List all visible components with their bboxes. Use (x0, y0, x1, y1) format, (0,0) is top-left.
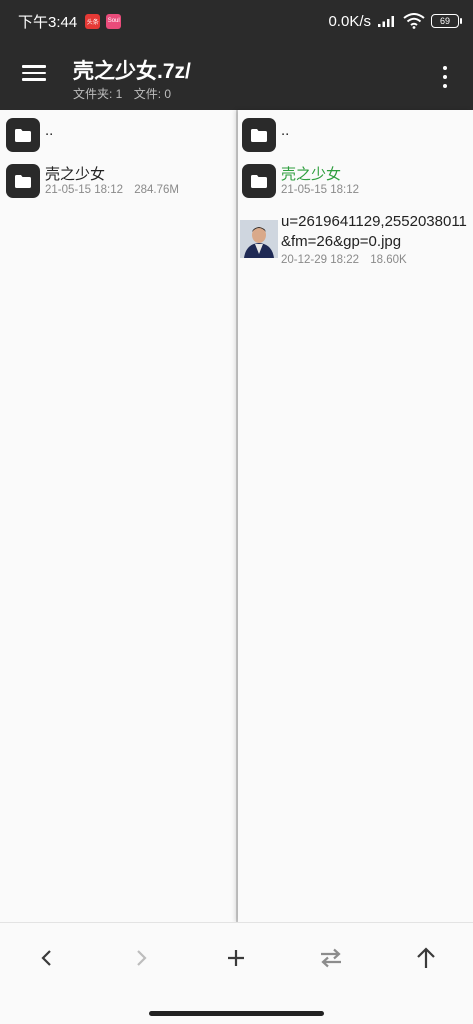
page-title: 壳之少女.7z/ (73, 60, 191, 83)
item-size: 18.60K (370, 254, 407, 266)
signal-icon (378, 16, 394, 27)
item-date: 20-12-29 18:22 (281, 254, 360, 266)
list-item-folder[interactable]: 壳之少女 21-05-15 18:12 (238, 160, 473, 204)
item-meta: 21-05-15 18:12 284.76M (45, 184, 179, 196)
status-bar: 下午3:44 头条 Soul 0.0K/s 69 (0, 0, 473, 42)
more-vertical-icon[interactable] (433, 64, 457, 90)
net-speed: 0.0K/s (328, 12, 371, 30)
up-arrow-icon[interactable] (404, 941, 448, 975)
item-name: .. (281, 122, 290, 139)
list-item-folder[interactable]: 壳之少女 21-05-15 18:12 284.76M (0, 160, 236, 204)
home-indicator[interactable] (149, 1011, 324, 1016)
hamburger-menu-icon[interactable] (18, 62, 50, 90)
toutiao-app-icon: 头条 (85, 13, 101, 29)
item-name-highlighted: 壳之少女 (281, 166, 342, 183)
wifi-icon (403, 13, 425, 29)
back-arrow-icon[interactable] (25, 941, 69, 975)
folder-count: 文件夹: 1 (73, 87, 123, 101)
battery-icon: 69 (431, 14, 462, 28)
folder-icon (242, 164, 276, 198)
add-icon[interactable] (214, 941, 258, 975)
item-name: u=2619641129,2552038011&fm=26&gp=0.jpg (281, 213, 467, 250)
item-date: 21-05-15 18:12 (281, 184, 360, 196)
status-time: 下午3:44 (18, 13, 78, 31)
left-file-pane[interactable]: .. 壳之少女 21-05-15 18:12 284.76M (0, 110, 236, 922)
file-count: 文件: 0 (133, 87, 172, 101)
item-name: 壳之少女 (45, 166, 106, 183)
folder-file-count: 文件夹: 1 文件: 0 (73, 85, 171, 102)
item-date: 21-05-15 18:12 (45, 184, 124, 196)
item-meta: 21-05-15 18:12 (281, 184, 359, 196)
forward-arrow-icon[interactable] (119, 941, 163, 975)
item-size: 284.76M (134, 184, 179, 196)
list-item-parent[interactable]: .. (238, 116, 473, 154)
swap-icon[interactable] (309, 941, 353, 975)
list-item-parent[interactable]: .. (0, 116, 236, 154)
bottom-navigation-bar (0, 922, 473, 1024)
app-toolbar: 壳之少女.7z/ 文件夹: 1 文件: 0 (0, 42, 473, 110)
soul-app-icon: Soul (106, 13, 122, 29)
folder-icon (242, 118, 276, 152)
item-name: .. (45, 122, 54, 139)
folder-icon (6, 118, 40, 152)
list-item-image[interactable]: u=2619641129,2552038011&fm=26&gp=0.jpg 2… (238, 210, 473, 270)
image-thumbnail (240, 220, 278, 258)
folder-icon (6, 164, 40, 198)
right-file-pane[interactable]: .. 壳之少女 21-05-15 18:12 u=2619641129,2552… (238, 110, 473, 922)
item-meta: 20-12-29 18:22 18.60K (281, 254, 407, 266)
